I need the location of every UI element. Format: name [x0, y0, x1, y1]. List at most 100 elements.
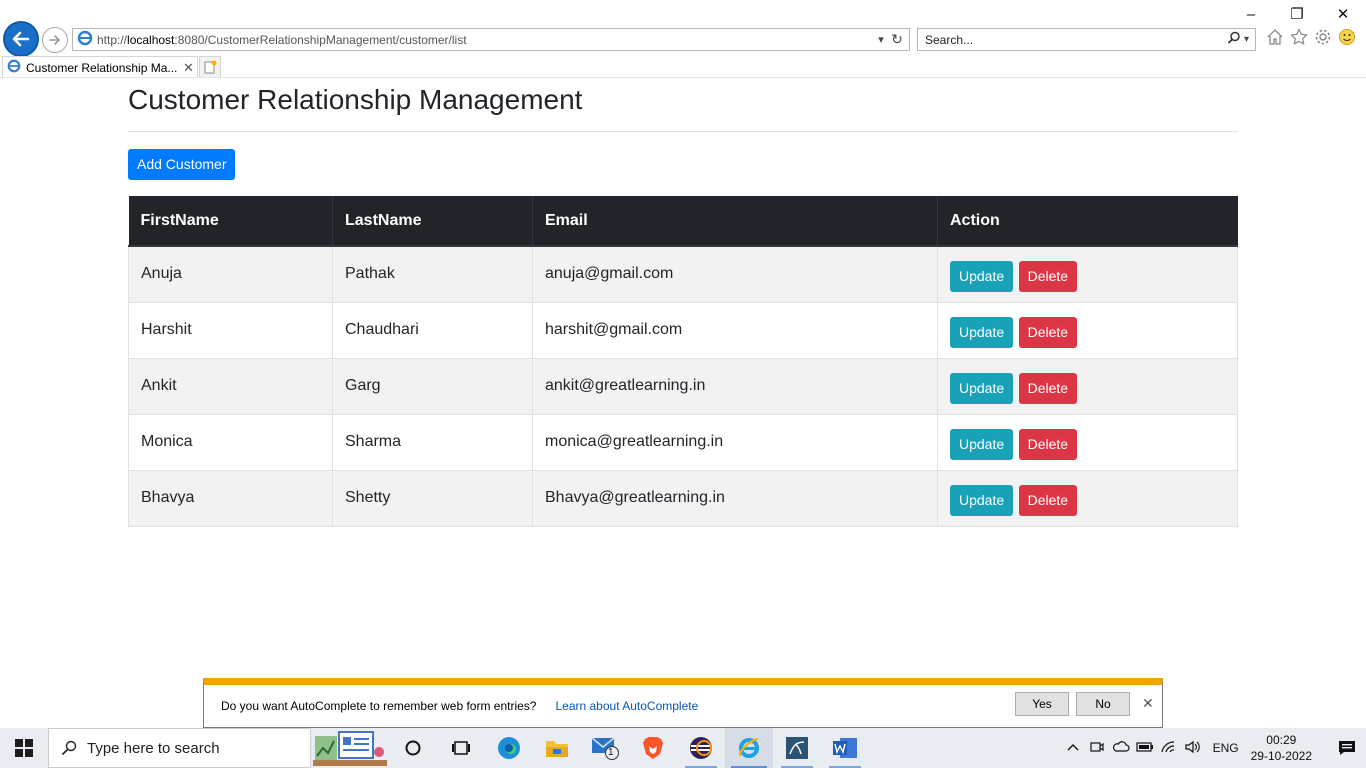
- dropdown-icon[interactable]: ▾: [873, 33, 889, 46]
- cortana-circle-icon: [405, 740, 421, 756]
- cell-lastname: Chaudhari: [332, 301, 533, 359]
- cell-action: Update Delete: [937, 357, 1238, 415]
- update-button[interactable]: Update: [950, 484, 1014, 516]
- mail-badge: 1: [608, 747, 614, 758]
- add-customer-button[interactable]: Add Customer: [128, 149, 236, 180]
- settings-gear-icon[interactable]: [1314, 28, 1332, 50]
- taskbar-file-explorer[interactable]: [533, 728, 581, 768]
- delete-button[interactable]: Delete: [1018, 428, 1078, 460]
- autocomplete-yes-button[interactable]: Yes: [1015, 692, 1069, 716]
- windows-logo-icon: [15, 739, 33, 757]
- clock-time: 00:29: [1266, 733, 1297, 747]
- clock[interactable]: 00:29 29-10-2022: [1251, 732, 1312, 764]
- search-icon: [61, 740, 77, 756]
- battery-icon[interactable]: [1133, 741, 1157, 756]
- forward-button[interactable]: [42, 27, 68, 53]
- delete-button[interactable]: Delete: [1018, 372, 1078, 404]
- language-indicator[interactable]: ENG: [1213, 741, 1239, 755]
- mail-icon: [591, 737, 619, 760]
- internet-explorer-icon: [738, 738, 759, 758]
- cell-firstname: Harshit: [128, 301, 333, 359]
- title-divider: [128, 131, 1238, 132]
- update-button[interactable]: Update: [950, 260, 1014, 292]
- cortana-button[interactable]: [389, 728, 437, 768]
- magnifier-icon[interactable]: [1227, 31, 1241, 48]
- task-view-button[interactable]: [437, 728, 485, 768]
- page-title: Customer Relationship Management: [128, 84, 583, 115]
- taskbar-search-box[interactable]: Type here to search: [48, 728, 311, 768]
- smiley-feedback-icon[interactable]: [1338, 28, 1356, 50]
- delete-button[interactable]: Delete: [1018, 316, 1078, 348]
- tab-close-icon[interactable]: ✕: [183, 60, 197, 76]
- onedrive-cloud-icon[interactable]: [1109, 740, 1133, 757]
- show-hidden-icons-chevron-icon[interactable]: [1061, 741, 1085, 755]
- close-window-button[interactable]: ✕: [1320, 0, 1366, 28]
- cell-email: anuja@gmail.com: [532, 245, 938, 303]
- arrow-left-icon: [12, 31, 30, 47]
- taskbar-mail[interactable]: 1: [581, 728, 629, 768]
- taskbar-eclipse[interactable]: [677, 728, 725, 768]
- taskbar-mysql-workbench[interactable]: [773, 728, 821, 768]
- table-header-row: FirstName LastName Email Action: [128, 196, 1238, 247]
- url-text: http://localhost:8080/CustomerRelationsh…: [97, 32, 467, 47]
- cell-lastname: Shetty: [332, 469, 533, 527]
- taskbar-edge[interactable]: [485, 728, 533, 768]
- cell-email: monica@greatlearning.in: [532, 413, 938, 471]
- cell-firstname: Anuja: [128, 245, 333, 303]
- column-header-action: Action: [937, 196, 1238, 247]
- system-tray: ENG 00:29 29-10-2022: [1061, 728, 1366, 768]
- clock-date: 29-10-2022: [1250, 749, 1312, 763]
- meet-now-icon[interactable]: [1085, 739, 1109, 758]
- table-row: Bhavya Shetty Bhavya@greatlearning.in Up…: [128, 469, 1238, 527]
- refresh-icon[interactable]: ↻: [889, 31, 905, 48]
- taskbar-internet-explorer[interactable]: [725, 728, 773, 768]
- update-button[interactable]: Update: [950, 316, 1014, 348]
- browser-tab[interactable]: Customer Relationship Ma... ✕: [2, 56, 198, 78]
- tab-title: Customer Relationship Ma...: [26, 60, 178, 75]
- search-placeholder: Search...: [925, 32, 974, 47]
- delete-button[interactable]: Delete: [1018, 484, 1078, 516]
- windows-taskbar: Type here to search 1 ENG 00:29 29-10-20…: [0, 728, 1366, 768]
- update-button[interactable]: Update: [950, 428, 1014, 460]
- notification-center-button[interactable]: [1328, 740, 1366, 756]
- table-row: Monica Sharma monica@greatlearning.in Up…: [128, 413, 1238, 471]
- volume-icon[interactable]: [1181, 740, 1205, 757]
- window-controls: – ❐ ✕: [1228, 0, 1366, 28]
- taskbar-brave[interactable]: [629, 728, 677, 768]
- arrow-right-icon: [49, 35, 61, 45]
- autocomplete-no-button[interactable]: No: [1076, 692, 1130, 716]
- autocomplete-notification-bar: Do you want AutoComplete to remember web…: [203, 678, 1163, 728]
- cell-lastname: Sharma: [332, 413, 533, 471]
- notification-icon: [1339, 741, 1355, 755]
- column-header-lastname: LastName: [332, 196, 533, 247]
- column-header-firstname: FirstName: [128, 196, 333, 247]
- delete-button[interactable]: Delete: [1018, 260, 1078, 292]
- back-button[interactable]: [3, 21, 39, 57]
- restore-button[interactable]: ❐: [1274, 0, 1320, 28]
- cell-action: Update Delete: [937, 301, 1238, 359]
- brave-lion-icon: [643, 737, 663, 759]
- browser-search-box[interactable]: Search... ▾: [917, 28, 1256, 51]
- new-tab-button[interactable]: [199, 56, 221, 78]
- cell-email: Bhavya@greatlearning.in: [532, 469, 938, 527]
- start-button[interactable]: [0, 728, 48, 768]
- new-tab-icon: [204, 60, 217, 74]
- taskbar-word[interactable]: [821, 728, 869, 768]
- minimize-button[interactable]: –: [1228, 0, 1274, 28]
- close-notification-icon[interactable]: ✕: [1142, 695, 1154, 712]
- cell-email: harshit@gmail.com: [532, 301, 938, 359]
- update-button[interactable]: Update: [950, 372, 1014, 404]
- cell-firstname: Bhavya: [128, 469, 333, 527]
- search-dropdown-icon[interactable]: ▾: [1244, 34, 1249, 45]
- taskbar-search-placeholder: Type here to search: [87, 739, 220, 757]
- home-icon[interactable]: [1266, 28, 1284, 50]
- autocomplete-message: Do you want AutoComplete to remember web…: [221, 699, 537, 713]
- cell-firstname: Monica: [128, 413, 333, 471]
- news-widget[interactable]: [311, 728, 389, 768]
- cell-lastname: Garg: [332, 357, 533, 415]
- favorites-star-icon[interactable]: [1290, 28, 1308, 50]
- wifi-icon[interactable]: [1157, 740, 1181, 757]
- cell-action: Update Delete: [937, 413, 1238, 471]
- learn-autocomplete-link[interactable]: Learn about AutoComplete: [555, 699, 698, 713]
- address-bar[interactable]: http://localhost:8080/CustomerRelationsh…: [72, 28, 910, 51]
